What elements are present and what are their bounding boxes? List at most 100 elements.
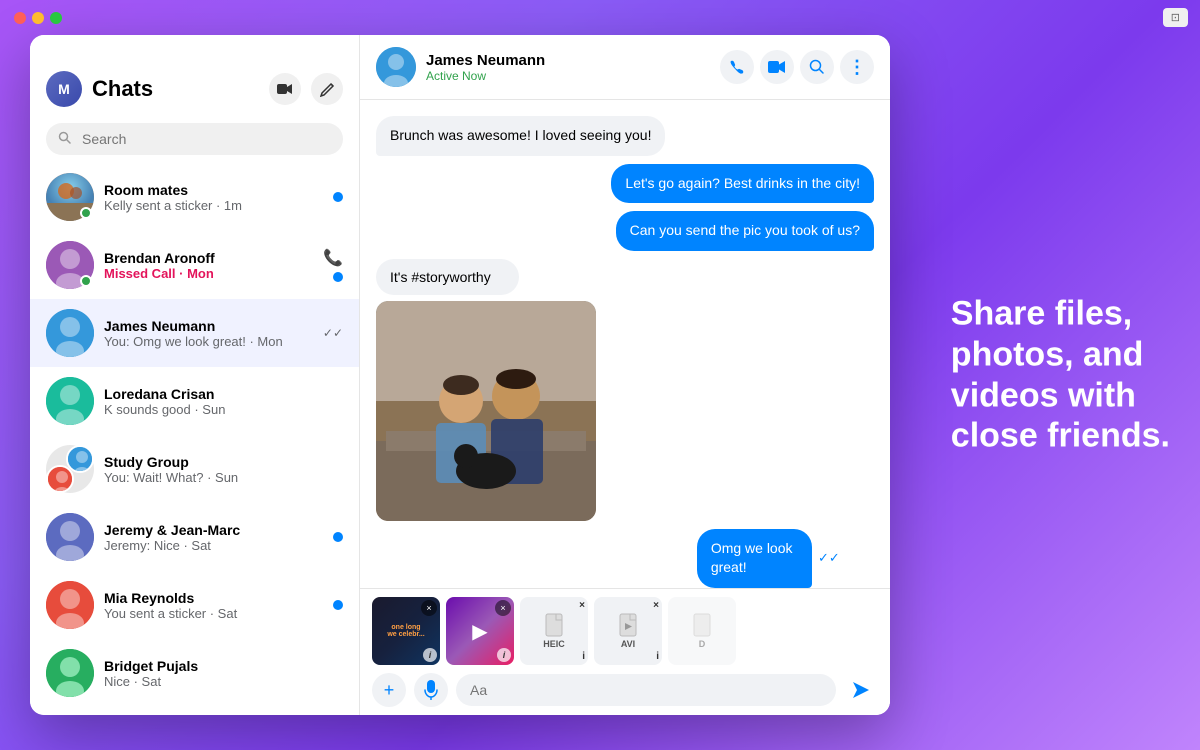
check-icon: ✓✓ [323, 326, 343, 340]
send-icon [851, 680, 871, 700]
minimize-button[interactable] [32, 12, 44, 24]
loredana-photo [46, 377, 94, 425]
message-row: It's #storyworthy [376, 259, 874, 521]
attachment-file-d[interactable]: D [668, 597, 736, 665]
chat-meta [333, 192, 343, 202]
chat-name: Jeremy & Jean-Marc [104, 522, 323, 538]
video-call-button[interactable] [269, 73, 301, 105]
avatar [46, 513, 94, 561]
list-item[interactable]: Loredana Crisan K sounds good · Sun [30, 367, 359, 435]
attachment-info[interactable]: i [582, 651, 585, 662]
window-control-button[interactable]: ⊡ [1163, 8, 1188, 27]
list-item[interactable]: James Neumann You: Omg we look great! · … [30, 299, 359, 367]
message-input[interactable] [456, 674, 836, 706]
phone-icon: 📞 [323, 248, 343, 268]
chat-preview: You: Wait! What? · Sun [104, 470, 333, 485]
maximize-button[interactable] [50, 12, 62, 24]
attachment-info[interactable]: i [423, 648, 437, 662]
list-item[interactable]: Mia Reynolds You sent a sticker · Sat [30, 571, 359, 639]
list-item[interactable]: Bridget Pujals Nice · Sat [30, 639, 359, 707]
avatar [46, 377, 94, 425]
video-icon [277, 83, 293, 95]
chat-meta [333, 532, 343, 542]
attachment-video[interactable]: ▶ × i [446, 597, 514, 665]
message-bubble: Omg we look great! [697, 529, 812, 588]
couple-photo [376, 301, 596, 521]
message-bubble: Brunch was awesome! I loved seeing you! [376, 116, 665, 156]
list-item[interactable]: Jeremy & Jean-Marc Jeremy: Nice · Sat [30, 503, 359, 571]
file-icon [618, 613, 638, 637]
avatar [46, 445, 94, 493]
header-icons [269, 73, 343, 105]
add-attachment-button[interactable]: + [372, 673, 406, 707]
avatar-wrap [46, 377, 94, 425]
avatar-wrap [46, 445, 94, 493]
app-container: M Chats [30, 35, 890, 715]
chat-info: Bridget Pujals Nice · Sat [104, 658, 333, 689]
message-with-status: Omg we look great! ✓✓ [697, 529, 874, 588]
read-receipt-icon: ✓✓ [818, 550, 840, 566]
chat-preview: Jeremy: Nice · Sat [104, 538, 323, 553]
video-call-button[interactable] [760, 50, 794, 84]
video-icon [768, 60, 786, 74]
send-button[interactable] [844, 673, 878, 707]
marketing-text: Share files, photos, and videos with clo… [951, 293, 1170, 456]
more-options-button[interactable]: ⋮ [840, 50, 874, 84]
chat-meta: ✓✓ [323, 326, 343, 340]
list-item[interactable]: Study Group You: Wait! What? · Sun [30, 435, 359, 503]
chat-info: Mia Reynolds You sent a sticker · Sat [104, 590, 323, 621]
new-message-button[interactable] [311, 73, 343, 105]
search-input[interactable] [46, 123, 343, 155]
chat-info: Loredana Crisan K sounds good · Sun [104, 386, 333, 417]
attachment-file-heic[interactable]: × i HEIC [520, 597, 588, 665]
avatar-wrap [46, 241, 94, 289]
avatar-wrap [46, 581, 94, 629]
attachment-info[interactable]: i [656, 651, 659, 662]
message-row: Omg we look great! ✓✓ [376, 529, 874, 588]
close-button[interactable] [14, 12, 26, 24]
messages-area: Brunch was awesome! I loved seeing you! … [360, 100, 890, 588]
chat-name: Bridget Pujals [104, 658, 333, 674]
remove-attachment-button[interactable]: × [495, 600, 511, 616]
attachment-file-avi[interactable]: × i AVI [594, 597, 662, 665]
bridget-photo [46, 649, 94, 697]
chat-preview: You: Omg we look great! · Mon [104, 334, 313, 349]
mia-photo [46, 581, 94, 629]
remove-attachment-button[interactable]: × [653, 600, 659, 611]
remove-attachment-button[interactable]: × [579, 600, 585, 611]
file-icon [544, 613, 564, 637]
chat-meta [333, 600, 343, 610]
chat-info: Room mates Kelly sent a sticker · 1m [104, 182, 323, 213]
online-indicator [80, 275, 92, 287]
attachment-sticker[interactable]: one longwe celebr... × i [372, 597, 440, 665]
file-label: AVI [621, 639, 635, 649]
marketing-line1: Share files, [951, 294, 1132, 332]
avatar [46, 309, 94, 357]
sidebar-header: M Chats [30, 35, 359, 115]
list-item[interactable]: Brendan Aronoff Missed Call · Mon 📞 [30, 231, 359, 299]
sidebar: M Chats [30, 35, 360, 715]
unread-indicator [333, 532, 343, 542]
attachment-info[interactable]: i [497, 648, 511, 662]
remove-attachment-button[interactable]: × [421, 600, 437, 616]
unread-indicator [333, 600, 343, 610]
marketing-line3: videos with [951, 376, 1136, 414]
search-box [46, 123, 343, 155]
chat-preview: You sent a sticker · Sat [104, 606, 323, 621]
sidebar-title-area: M Chats [46, 71, 153, 107]
edit-icon [320, 82, 335, 97]
chat-preview-missed: Missed Call · Mon [104, 266, 313, 281]
list-item[interactable]: Room mates Kelly sent a sticker · 1m [30, 163, 359, 231]
contact-name: James Neumann [426, 52, 710, 69]
phone-call-button[interactable] [720, 50, 754, 84]
chat-header-avatar [376, 47, 416, 87]
chat-preview: Kelly sent a sticker · 1m [104, 198, 323, 213]
james-photo [46, 309, 94, 357]
search-chat-button[interactable] [800, 50, 834, 84]
voice-message-button[interactable] [414, 673, 448, 707]
chat-name: Study Group [104, 454, 333, 470]
chat-meta: 📞 [323, 248, 343, 282]
traffic-lights [14, 12, 62, 24]
chat-info: Study Group You: Wait! What? · Sun [104, 454, 333, 485]
list-item[interactable]: Karan & Brian Karan: Wanna get food? · S… [30, 707, 359, 715]
